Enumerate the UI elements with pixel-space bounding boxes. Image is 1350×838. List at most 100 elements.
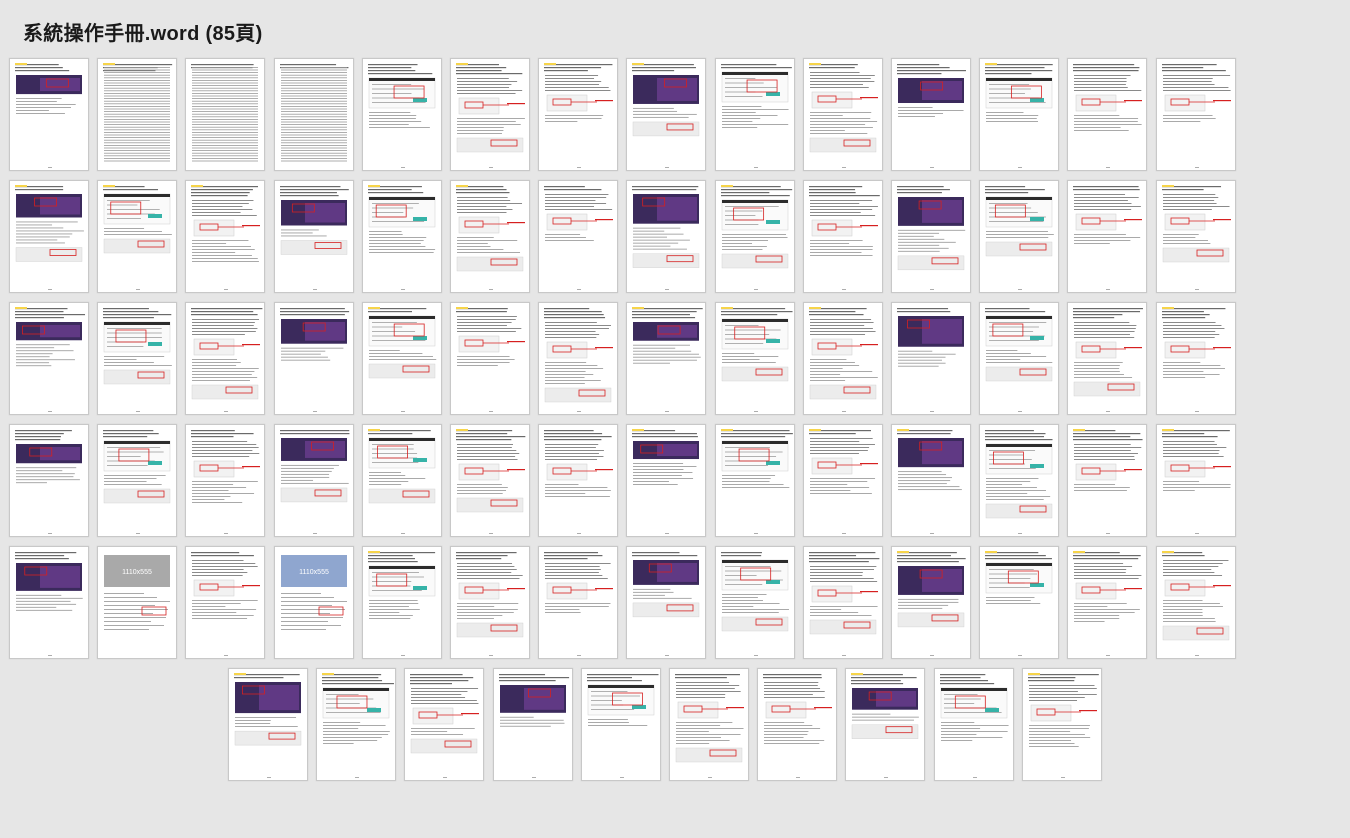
page-thumbnail[interactable]: [757, 668, 838, 781]
page-thumbnail[interactable]: [802, 58, 883, 171]
page-thumbnail[interactable]: [361, 302, 442, 415]
page-preview: [456, 63, 525, 168]
page-thumbnail[interactable]: [891, 546, 971, 659]
page-thumbnail[interactable]: 1110x555: [97, 546, 178, 659]
page-thumbnail[interactable]: [891, 58, 971, 171]
page-preview: [808, 186, 880, 290]
page-thumbnail[interactable]: [1155, 546, 1236, 659]
page-preview: [720, 552, 789, 656]
page-preview: [191, 64, 259, 162]
page-preview: [15, 307, 86, 412]
page-preview: [1027, 673, 1099, 778]
page-thumbnail[interactable]: [538, 302, 619, 415]
page-thumbnail[interactable]: [538, 424, 619, 537]
page-thumbnail[interactable]: [361, 546, 442, 659]
page-thumbnail[interactable]: [714, 546, 795, 659]
page-thumbnail[interactable]: [9, 58, 89, 171]
page-preview: [103, 63, 173, 162]
page-thumbnail[interactable]: [273, 180, 354, 293]
page-preview: [498, 674, 569, 778]
page-thumbnail[interactable]: [450, 424, 530, 537]
page-thumbnail[interactable]: [228, 668, 308, 781]
page-thumbnail[interactable]: [802, 546, 883, 659]
page-thumbnail[interactable]: [9, 546, 89, 659]
page-thumbnail[interactable]: [185, 180, 266, 293]
page-thumbnail[interactable]: [9, 180, 89, 293]
page-thumbnail[interactable]: [714, 424, 795, 537]
page-preview: [279, 186, 349, 290]
page-thumbnail[interactable]: [185, 302, 266, 415]
page-thumbnail[interactable]: [626, 58, 707, 171]
page-thumbnail[interactable]: [979, 302, 1060, 415]
page-preview: [763, 674, 833, 778]
page-thumbnail[interactable]: [714, 58, 795, 171]
page-thumbnail[interactable]: [538, 546, 619, 659]
page-preview: [279, 430, 350, 534]
page-thumbnail[interactable]: [97, 302, 178, 415]
page-thumbnail[interactable]: [185, 546, 266, 659]
page-thumbnail[interactable]: [97, 58, 178, 171]
page-thumbnail[interactable]: [845, 668, 926, 781]
page-thumbnail[interactable]: [626, 424, 707, 537]
page-preview: [191, 185, 261, 290]
page-preview: [720, 307, 793, 412]
page-preview: [985, 186, 1054, 290]
page-thumbnail[interactable]: [450, 58, 530, 171]
page-thumbnail[interactable]: [9, 302, 89, 415]
page-thumbnail[interactable]: [891, 424, 971, 537]
page-thumbnail[interactable]: [1021, 668, 1102, 781]
page-preview: [808, 429, 878, 534]
page-preview: [410, 674, 480, 778]
page-preview: [15, 430, 82, 534]
page-thumbnail[interactable]: [450, 546, 530, 659]
page-thumbnail[interactable]: [714, 180, 795, 293]
page-thumbnail[interactable]: [97, 424, 178, 537]
page-thumbnail[interactable]: [891, 180, 971, 293]
page-thumbnail[interactable]: [273, 424, 354, 537]
page-thumbnail[interactable]: [538, 58, 619, 171]
page-thumbnail[interactable]: [450, 302, 530, 415]
page-thumbnail[interactable]: [669, 668, 749, 781]
page-thumbnail[interactable]: [97, 180, 178, 293]
page-thumbnail[interactable]: [802, 302, 883, 415]
page-thumbnail[interactable]: [1067, 180, 1148, 293]
page-preview: [103, 430, 171, 534]
page-preview: [632, 186, 700, 290]
page-thumbnail[interactable]: [626, 302, 707, 415]
page-thumbnail[interactable]: [9, 424, 89, 537]
page-thumbnail[interactable]: [361, 424, 442, 537]
page-thumbnail[interactable]: [979, 546, 1060, 659]
page-thumbnail[interactable]: [1155, 302, 1236, 415]
page-thumbnail[interactable]: [273, 302, 354, 415]
page-thumbnail[interactable]: [891, 302, 971, 415]
page-thumbnail[interactable]: [1067, 58, 1148, 171]
page-thumbnail[interactable]: [450, 180, 530, 293]
page-thumbnail[interactable]: [979, 58, 1060, 171]
page-thumbnail[interactable]: [933, 668, 1014, 781]
page-thumbnail[interactable]: [492, 668, 573, 781]
page-thumbnail[interactable]: [404, 668, 485, 781]
page-thumbnail[interactable]: 1110x555: [273, 546, 354, 659]
page-thumbnail[interactable]: [802, 424, 883, 537]
page-thumbnail[interactable]: [1155, 424, 1236, 537]
page-thumbnail[interactable]: [979, 424, 1060, 537]
page-thumbnail[interactable]: [273, 58, 354, 171]
page-thumbnail[interactable]: [316, 668, 397, 781]
page-thumbnail[interactable]: [979, 180, 1060, 293]
page-thumbnail[interactable]: [361, 58, 442, 171]
page-thumbnail[interactable]: [538, 180, 619, 293]
page-thumbnail[interactable]: [1067, 302, 1148, 415]
page-thumbnail[interactable]: [1155, 180, 1236, 293]
page-thumbnail[interactable]: [1155, 58, 1236, 171]
page-thumbnail[interactable]: [580, 668, 661, 781]
page-thumbnail[interactable]: [185, 58, 266, 171]
page-thumbnail[interactable]: [185, 424, 266, 537]
page-thumbnail[interactable]: [1067, 546, 1148, 659]
page-thumbnail[interactable]: [361, 180, 442, 293]
page-thumbnail[interactable]: [1067, 424, 1148, 537]
page-thumbnail[interactable]: [802, 180, 883, 293]
page-thumbnail[interactable]: [626, 180, 707, 293]
page-preview: [1073, 186, 1143, 290]
page-thumbnail[interactable]: [626, 546, 707, 659]
page-thumbnail[interactable]: [714, 302, 795, 415]
